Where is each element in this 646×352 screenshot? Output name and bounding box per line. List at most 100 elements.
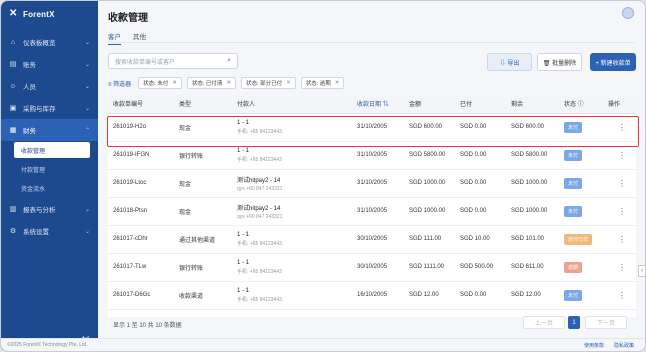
- table-row[interactable]: 261017-cDhr 通过其他渠道 1 - 1 手机: +65 84123443 30…: [108, 225, 636, 254]
- cell-status: 未付: [559, 113, 603, 142]
- cell-type: 现金: [174, 113, 232, 142]
- cell-type: 银行转账: [174, 253, 232, 282]
- filter-toggle[interactable]: ≡ 筛选器: [108, 79, 131, 88]
- sidebar-item-accounts[interactable]: ▤ 账务 ⌄: [1, 53, 98, 75]
- col-header-date-sort[interactable]: 收款日期 ⇅: [352, 95, 404, 114]
- sidebar-subitem-cashflow[interactable]: 资金流水: [1, 179, 98, 198]
- cell-amount: SGD 12.00: [404, 281, 455, 310]
- filter-chip[interactable]: 状态: 已付清 ✕: [186, 77, 237, 89]
- table-row[interactable]: 261019-Ltoc 现金 测试hitpay2 - 14 qyx +60 847 2…: [108, 169, 636, 198]
- cell-date: 30/10/2005: [352, 225, 404, 254]
- search-input[interactable]: 搜索收款单编号或客户 ⌕: [108, 53, 238, 69]
- cell-date: 31/10/2005: [352, 113, 404, 142]
- sidebar-subitem-payables[interactable]: 付款管理: [1, 160, 98, 179]
- filter-chip[interactable]: 状态: 逾期 ✕: [300, 77, 345, 89]
- close-icon[interactable]: ✕: [335, 80, 340, 86]
- sidebar-item-settings[interactable]: ⚙ 系统设置 ⌄: [1, 220, 98, 242]
- filter-chip[interactable]: 状态: 未付 ✕: [138, 77, 182, 89]
- sidebar-item-label: 账务: [23, 62, 36, 69]
- payer-contact: 手机: +65 84123443: [237, 156, 282, 163]
- cell-id: 261019-IFGN: [108, 141, 174, 170]
- side-panel-handle[interactable]: ‹: [638, 265, 645, 277]
- cell-status: 未付: [559, 169, 603, 198]
- cell-amount: SGD 1000.00: [404, 169, 455, 198]
- cell-amount: SGD 111.00: [404, 225, 455, 254]
- table-row[interactable]: 261018-Ptsn 现金 测试hitpay2 - 14 qyx +60 847 2…: [108, 197, 636, 226]
- cell-payer: 1 - 1 手机: +65 84123443: [232, 253, 352, 282]
- page-number-button[interactable]: 1: [568, 316, 580, 329]
- col-header-remaining: 剩余: [506, 95, 559, 114]
- table-row[interactable]: 261019-H2o 现金 1 - 1 手机: +65 84123443 31/10/2…: [108, 113, 636, 142]
- cell-status: 部分已付: [559, 225, 603, 254]
- pagination-summary: 显示 1 至 10 共 10 条数据: [113, 323, 182, 329]
- footer-links: 使用条款 隐私政策: [584, 342, 634, 349]
- more-actions-icon[interactable]: ⋮: [603, 169, 636, 198]
- more-actions-icon[interactable]: ⋮: [603, 253, 636, 282]
- sidebar: ✕ ForentX ⌂ 仪表板概览 ⌄ ▤ 账务 ⌄ ☺ 人员 ⌄ ▣ 采购与库…: [1, 1, 98, 351]
- cell-type: 现金: [174, 169, 232, 198]
- cell-paid: SGD 0.00: [455, 141, 506, 170]
- create-receipt-button[interactable]: + 新建收款单: [590, 53, 636, 71]
- cell-paid: SGD 0.00: [455, 169, 506, 198]
- filter-bar: ≡ 筛选器 状态: 未付 ✕ 状态: 已付清 ✕ 状态: 部分已付 ✕ 状态: 逾期 ✕: [108, 77, 345, 89]
- gear-icon: ⚙: [9, 228, 17, 235]
- search-icon[interactable]: ⌕: [227, 57, 231, 65]
- cell-date: 31/10/2005: [352, 141, 404, 170]
- sidebar-item-inventory[interactable]: ▣ 采购与库存 ⌄: [1, 97, 98, 119]
- cell-status: 逾期: [559, 253, 603, 282]
- filter-chip[interactable]: 状态: 部分已付 ✕: [241, 77, 296, 89]
- cell-payer: 测试hitpay2 - 14 qyx +60 847 243321: [232, 169, 352, 198]
- cell-paid: SGD 500.00: [455, 253, 506, 282]
- cell-payer: 1 - 1 手机: +65 84123443: [232, 225, 352, 254]
- sidebar-item-people[interactable]: ☺ 人员 ⌄: [1, 75, 98, 97]
- more-actions-icon[interactable]: ⋮: [603, 141, 636, 170]
- receipts-table: 收款单编号 类型 付款人 收款日期 ⇅ 金额 已付 剩余 状态 ⓘ 操作 261…: [108, 95, 636, 317]
- filter-chip-label: 状态: 未付: [143, 81, 169, 87]
- cell-remaining: SGD 101.00: [506, 225, 559, 254]
- sidebar-item-finance[interactable]: ▦ 财务 ⌃: [1, 119, 98, 141]
- sidebar-subitem-receivables[interactable]: 收款管理: [14, 142, 90, 158]
- filter-chip-label: 状态: 已付清: [191, 81, 223, 87]
- cell-payer: 1 - 1 手机: +65 84123443: [232, 113, 352, 142]
- cell-id: 261017-D6Gc: [108, 281, 174, 310]
- cell-amount: SGD 5800.00: [404, 141, 455, 170]
- more-actions-icon[interactable]: ⋮: [603, 197, 636, 226]
- cell-status: 未付: [559, 141, 603, 170]
- avatar[interactable]: [622, 7, 634, 19]
- col-header-paid: 已付: [455, 95, 506, 114]
- next-page-button[interactable]: 下一页: [585, 316, 627, 329]
- close-icon[interactable]: ✕: [226, 80, 231, 86]
- table-row[interactable]: 261019-IFGN 银行转账 1 - 1 手机: +65 84123443 31/1…: [108, 141, 636, 170]
- close-icon[interactable]: ✕: [172, 80, 177, 86]
- payer-name: 1 - 1: [237, 147, 250, 154]
- more-actions-icon[interactable]: ⋮: [603, 113, 636, 142]
- cell-id: 261018-Ptsn: [108, 197, 174, 226]
- sidebar-nav: ⌂ 仪表板概览 ⌄ ▤ 账务 ⌄ ☺ 人员 ⌄ ▣ 采购与库存 ⌄ ▦ 财务 ⌃…: [1, 31, 98, 242]
- copyright: ©2025 ForentX Technology Pte. Ltd.: [7, 342, 88, 348]
- status-badge: 未付: [564, 205, 583, 217]
- prev-page-button[interactable]: 上一页: [523, 316, 565, 329]
- more-actions-icon[interactable]: ⋮: [603, 225, 636, 254]
- sidebar-item-reports[interactable]: ▥ 报表与分析 ⌄: [1, 198, 98, 220]
- chevron-down-icon: ⌄: [84, 83, 90, 90]
- table-row[interactable]: 261017-TLw 银行转账 1 - 1 手机: +65 84123443 30/10…: [108, 253, 636, 282]
- cell-status: 未付: [559, 197, 603, 226]
- more-actions-icon[interactable]: ⋮: [603, 281, 636, 310]
- main-content: 收款管理 客户 其他 搜索收款单编号或客户 ⌕ ⇩ 导出 🗑 批量删除 + 新建…: [98, 1, 645, 351]
- logo[interactable]: ✕ ForentX: [1, 1, 98, 27]
- chevron-down-icon: ⌄: [84, 228, 90, 235]
- filter-chip-label: 状态: 逾期: [305, 81, 331, 87]
- sidebar-item-dashboard[interactable]: ⌂ 仪表板概览 ⌄: [1, 31, 98, 53]
- payer-contact: 手机: +65 84123443: [237, 240, 282, 247]
- filter-chip-label: 状态: 部分已付: [246, 81, 283, 87]
- chevron-down-icon: ⌄: [84, 206, 90, 213]
- privacy-link[interactable]: 隐私政策: [614, 342, 634, 349]
- export-button[interactable]: ⇩ 导出: [487, 53, 532, 71]
- terms-link[interactable]: 使用条款: [584, 342, 604, 349]
- cell-status: 未付: [559, 281, 603, 310]
- batch-delete-button[interactable]: 🗑 批量删除: [537, 53, 582, 71]
- table-row[interactable]: 261017-D6Gc 收款渠道 1 - 1 手机: +65 84123443 16/1…: [108, 281, 636, 310]
- close-icon[interactable]: ✕: [286, 80, 291, 86]
- payer-contact: qyx +60 847 243321: [237, 213, 283, 220]
- cell-type: 收款渠道: [174, 281, 232, 310]
